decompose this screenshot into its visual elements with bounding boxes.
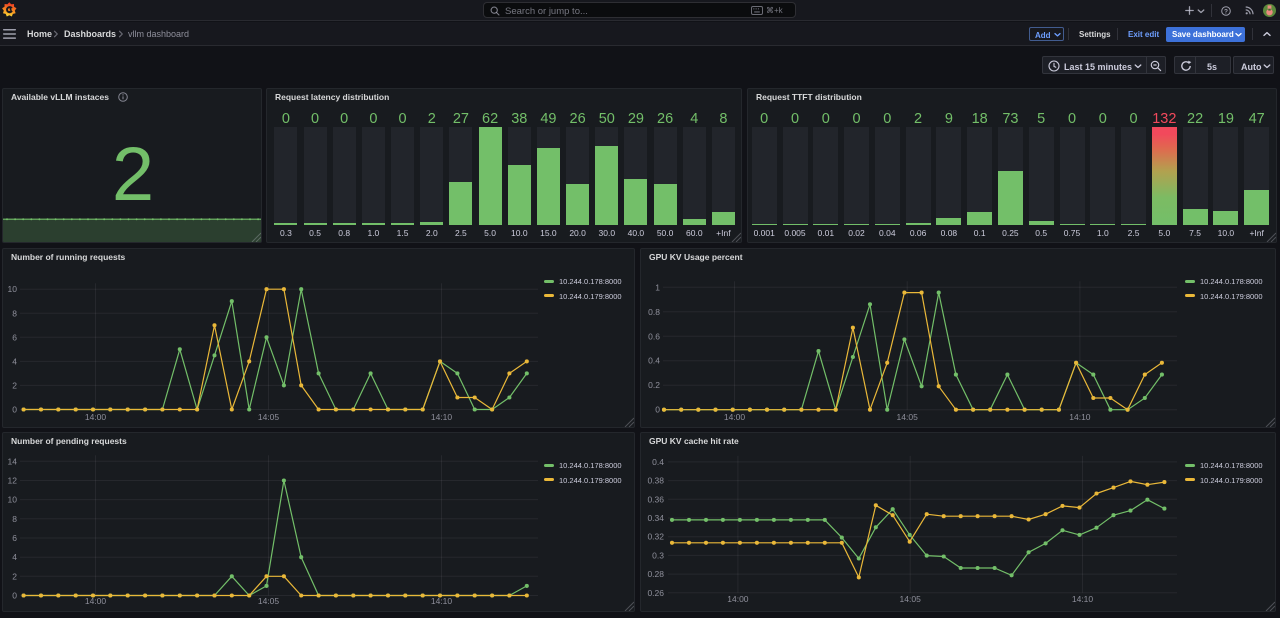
svg-text:14:10: 14:10 [1072, 594, 1094, 604]
svg-text:0.3: 0.3 [652, 550, 664, 560]
svg-text:4: 4 [12, 552, 17, 562]
svg-text:0: 0 [12, 591, 17, 601]
svg-text:8: 8 [12, 514, 17, 524]
svg-text:14:05: 14:05 [258, 412, 280, 422]
svg-text:4: 4 [12, 356, 17, 366]
svg-text:14:05: 14:05 [900, 594, 922, 604]
svg-text:14:00: 14:00 [724, 412, 746, 422]
svg-text:6: 6 [12, 332, 17, 342]
svg-text:0.2: 0.2 [648, 380, 660, 390]
svg-text:14:00: 14:00 [85, 596, 107, 606]
svg-text:0.6: 0.6 [648, 331, 660, 341]
svg-text:14:00: 14:00 [85, 412, 107, 422]
svg-text:0.28: 0.28 [647, 569, 664, 579]
svg-text:6: 6 [12, 533, 17, 543]
svg-text:14:05: 14:05 [258, 596, 280, 606]
svg-text:8: 8 [12, 308, 17, 318]
svg-text:14:10: 14:10 [431, 596, 453, 606]
svg-text:10: 10 [8, 284, 18, 294]
svg-text:2: 2 [12, 571, 17, 581]
svg-text:14:05: 14:05 [897, 412, 919, 422]
svg-text:14:00: 14:00 [727, 594, 749, 604]
svg-text:0: 0 [12, 405, 17, 415]
svg-text:0.4: 0.4 [648, 356, 660, 366]
svg-text:0.36: 0.36 [647, 494, 664, 504]
svg-text:0.32: 0.32 [647, 532, 664, 542]
svg-text:14: 14 [8, 456, 18, 466]
svg-text:0.38: 0.38 [647, 476, 664, 486]
svg-text:2: 2 [12, 380, 17, 390]
svg-text:0.8: 0.8 [648, 307, 660, 317]
svg-text:14:10: 14:10 [1069, 412, 1091, 422]
svg-text:0: 0 [655, 405, 660, 415]
svg-text:10: 10 [8, 495, 18, 505]
svg-text:0.34: 0.34 [647, 513, 664, 523]
svg-text:14:10: 14:10 [431, 412, 453, 422]
svg-text:?: ? [1224, 8, 1228, 15]
svg-text:0.26: 0.26 [647, 588, 664, 598]
svg-text:0.4: 0.4 [652, 457, 664, 467]
svg-text:12: 12 [8, 476, 18, 486]
svg-text:1: 1 [655, 282, 660, 292]
